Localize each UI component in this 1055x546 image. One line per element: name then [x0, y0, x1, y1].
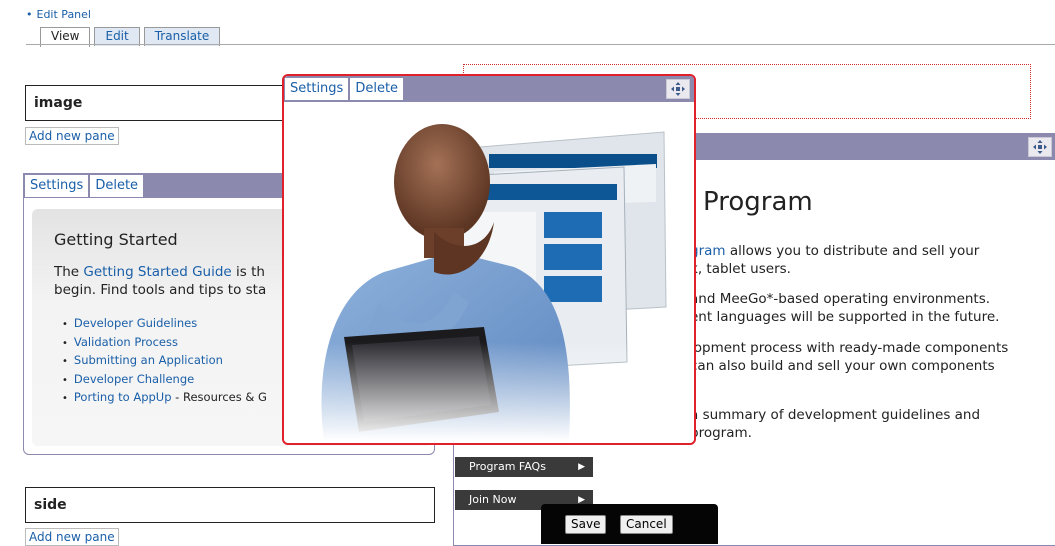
validation-process-link[interactable]: Validation Process: [74, 335, 178, 349]
submitting-application-link[interactable]: Submitting an Application: [74, 353, 223, 367]
edit-panel-link[interactable]: Edit Panel: [37, 8, 91, 21]
delete-button[interactable]: Delete: [90, 175, 145, 197]
pane-toolbar: Settings Delete: [284, 76, 694, 102]
add-new-pane-button-side[interactable]: Add new pane: [25, 528, 119, 546]
view-tabs: View Edit Translate: [40, 27, 224, 47]
program-paragraph-4: a summary of development guidelines and …: [690, 406, 980, 442]
edit-panel-link-item[interactable]: • Edit Panel: [26, 8, 91, 21]
list-item: Submitting an Application: [62, 352, 267, 371]
region-title-image: image: [25, 85, 301, 121]
developer-photo: [284, 124, 694, 441]
porting-to-appup-link[interactable]: Porting to AppUp: [74, 390, 172, 404]
button-label: Program FAQs: [469, 460, 546, 473]
program-paragraph-1: gram allows you to distribute and sell y…: [690, 242, 979, 278]
list-item: Validation Process: [62, 334, 267, 353]
add-new-pane-button-image[interactable]: Add new pane: [25, 127, 119, 145]
text: ent languages will be supported in the f…: [690, 309, 1000, 325]
intro-text: is th: [231, 264, 265, 280]
add-new-pane-link[interactable]: Add new pane: [29, 129, 115, 143]
image-pane[interactable]: Settings Delete: [282, 74, 696, 445]
tabs-divider: [26, 44, 1055, 45]
bullet: •: [26, 8, 33, 21]
add-new-pane-link[interactable]: Add new pane: [29, 530, 115, 544]
list-item: Developer Guidelines: [62, 315, 267, 334]
settings-button[interactable]: Settings: [285, 78, 350, 100]
list-item: Developer Challenge: [62, 371, 267, 390]
text: lopment process with ready-made componen…: [690, 340, 1009, 356]
move-arrows-icon[interactable]: [666, 79, 690, 99]
delete-button[interactable]: Delete: [350, 78, 405, 100]
program-paragraph-3: lopment process with ready-made componen…: [690, 339, 1008, 375]
intro-text: begin. Find tools and tips to sta: [54, 282, 267, 298]
move-arrows-icon[interactable]: [1028, 137, 1052, 157]
text: allows you to distribute and sell your: [725, 243, 980, 259]
program-title: Program: [703, 187, 813, 217]
intro-text: The: [54, 264, 84, 280]
cancel-button[interactable]: Cancel: [620, 515, 673, 534]
list-item: Porting to AppUp - Resources & G: [62, 389, 267, 408]
list-item-suffix: - Resources & G: [171, 390, 267, 404]
save-bar: Save Cancel: [541, 504, 718, 544]
text: k, tablet users.: [690, 261, 791, 277]
text: can also build and sell your own compone…: [690, 358, 995, 374]
developer-challenge-link[interactable]: Developer Challenge: [74, 372, 194, 386]
text: program.: [690, 425, 752, 441]
pane-controls: Settings Delete: [284, 77, 405, 101]
text: a summary of development guidelines and: [690, 407, 981, 423]
getting-started-guide-link[interactable]: Getting Started Guide: [83, 264, 231, 280]
save-button[interactable]: Save: [565, 515, 607, 534]
region-title-side: side: [25, 487, 435, 523]
arrow-right-icon: ▶: [578, 462, 585, 472]
program-paragraph-2: and MeeGo*-based operating environments.…: [690, 290, 999, 326]
developer-guidelines-link[interactable]: Developer Guidelines: [74, 316, 197, 330]
getting-started-title: Getting Started: [54, 230, 178, 249]
text: and MeeGo*-based operating environments.: [690, 291, 991, 307]
program-faqs-button[interactable]: Program FAQs ▶: [455, 457, 593, 477]
getting-started-links: Developer Guidelines Validation Process …: [62, 315, 267, 408]
button-label: Join Now: [469, 493, 517, 506]
settings-button[interactable]: Settings: [25, 175, 90, 197]
